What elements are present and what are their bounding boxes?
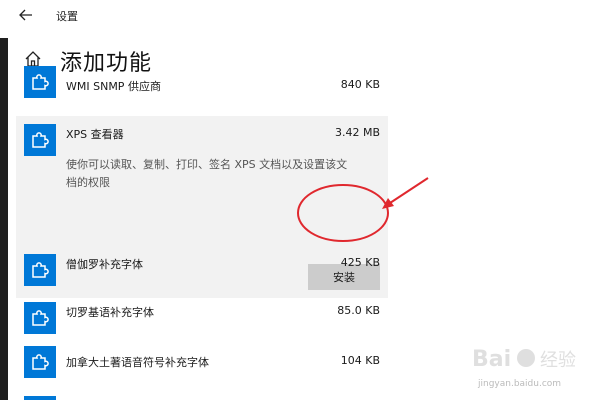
back-arrow-icon	[19, 9, 32, 21]
puzzle-piece-icon	[32, 262, 49, 278]
puzzle-piece-icon	[32, 310, 49, 326]
puzzle-piece-icon	[32, 74, 49, 90]
feature-name: 僧伽罗补充字体	[66, 258, 143, 271]
feature-size: 3.42 MB	[334, 126, 380, 139]
feature-tile	[24, 346, 56, 378]
puzzle-piece-icon	[32, 354, 49, 370]
feature-item[interactable]: 僧伽罗补充字体 425 KB	[16, 242, 388, 294]
feature-item[interactable]: 切罗基语补充字体 85.0 KB	[16, 294, 388, 346]
left-edge	[0, 38, 8, 400]
feature-item[interactable]: WMI SNMP 供应商 840 KB	[16, 62, 388, 110]
svg-text:Bai: Bai	[472, 347, 511, 372]
feature-name: 加拿大土著语音符号补充字体	[66, 356, 209, 369]
svg-text:经验: 经验	[540, 350, 576, 371]
feature-item-partial	[16, 396, 388, 400]
feature-description: 使你可以读取、复制、打印、签名 XPS 文档以及设置该文档的权限	[66, 158, 348, 189]
pointer-arrow	[389, 177, 429, 204]
feature-tile	[24, 396, 56, 400]
feature-tile	[24, 124, 56, 156]
back-button[interactable]	[16, 6, 36, 24]
feature-size: 104 KB	[340, 354, 380, 367]
feature-tile	[24, 254, 56, 286]
watermark-url: jingyan.baidu.com	[478, 379, 562, 389]
feature-size: 425 KB	[340, 256, 380, 269]
feature-name: WMI SNMP 供应商	[66, 80, 161, 93]
feature-tile	[24, 302, 56, 334]
feature-name: XPS 查看器	[66, 128, 124, 141]
title-bar: 设置	[0, 0, 600, 30]
feature-size: 840 KB	[340, 78, 380, 91]
feature-item[interactable]: 加拿大土著语音符号补充字体 104 KB	[16, 346, 388, 398]
feature-tile	[24, 66, 56, 98]
feature-name: 切罗基语补充字体	[66, 306, 154, 319]
puzzle-piece-icon	[32, 132, 49, 148]
feature-size: 85.0 KB	[337, 304, 380, 317]
window-title: 设置	[56, 10, 78, 23]
